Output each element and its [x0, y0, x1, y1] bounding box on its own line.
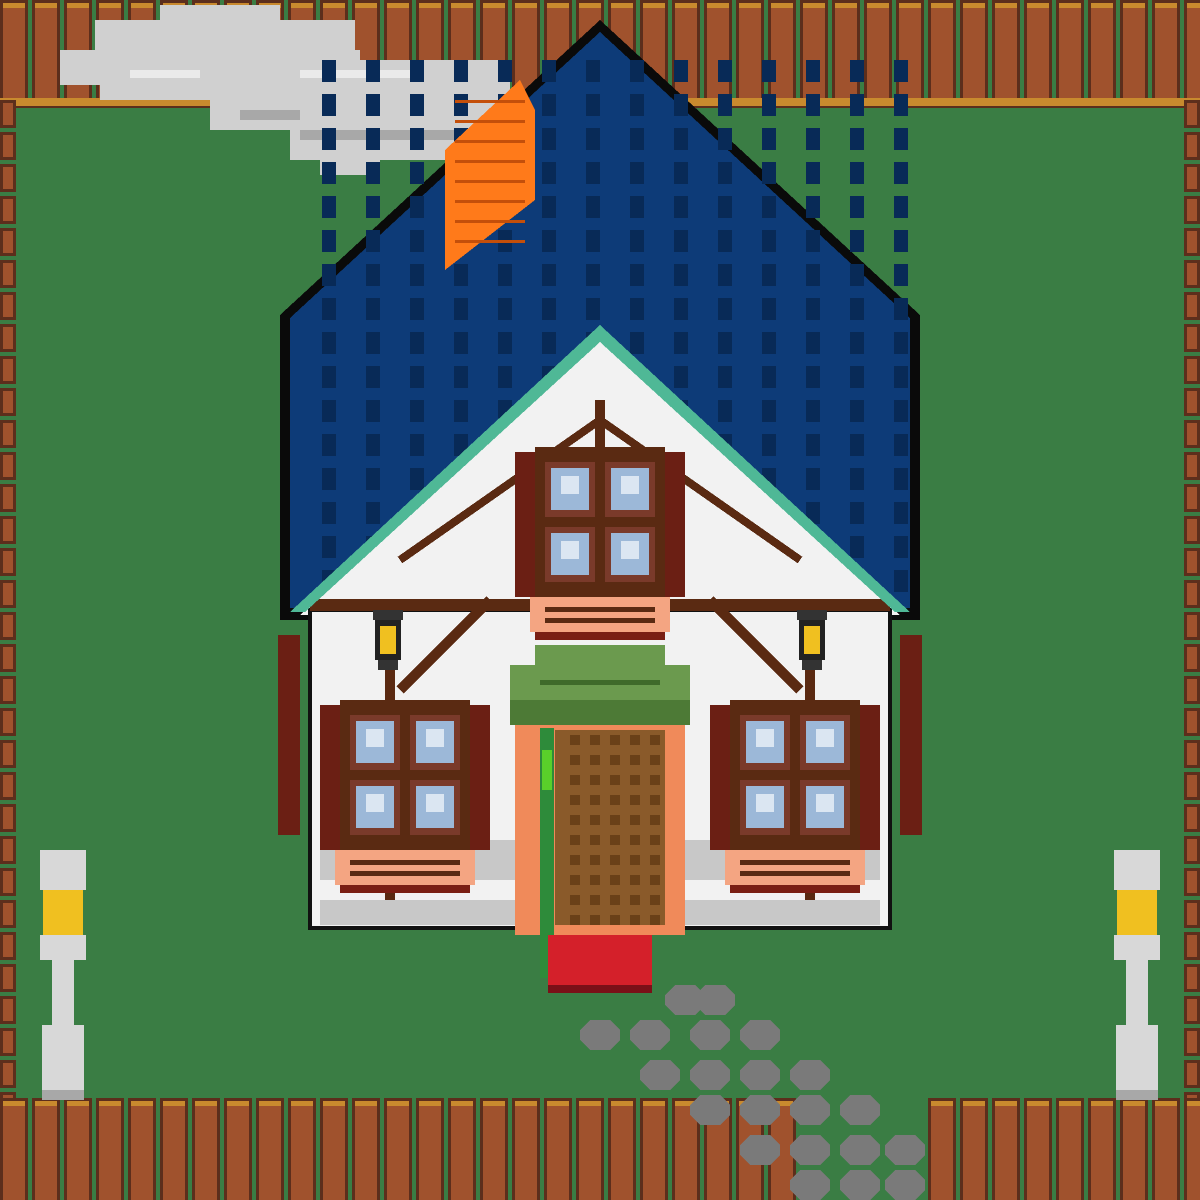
- stepping-stone-icon: [790, 1060, 830, 1090]
- stepping-stone-icon: [690, 1060, 730, 1090]
- door-awning: [510, 645, 690, 725]
- stepping-stone-icon: [790, 1135, 830, 1165]
- stepping-stone-icon: [740, 1135, 780, 1165]
- stepping-stone-icon: [740, 1095, 780, 1125]
- window-icon: [320, 700, 490, 893]
- stepping-stone-icon: [690, 1095, 730, 1125]
- side-shutter-left: [278, 635, 300, 835]
- window-icon: [515, 447, 685, 640]
- stepping-stone-icon: [630, 1020, 670, 1050]
- game-scene: [0, 0, 1200, 1200]
- stepping-stone-icon: [885, 1135, 925, 1165]
- side-shutter-right: [900, 635, 922, 835]
- stepping-stone-icon: [790, 1095, 830, 1125]
- stepping-stone-icon: [840, 1135, 880, 1165]
- stepping-stone-icon: [840, 1170, 880, 1200]
- stepping-stone-icon: [580, 1020, 620, 1050]
- stepping-stone-icon: [790, 1170, 830, 1200]
- stepping-stone-icon: [690, 1020, 730, 1050]
- stepping-stone-icon: [740, 1060, 780, 1090]
- stepping-stone-icon: [885, 1170, 925, 1200]
- window-icon: [710, 700, 880, 893]
- pixel-art-canvas: [0, 0, 1200, 1200]
- stepping-stone-icon: [740, 1020, 780, 1050]
- stepping-stone-icon: [640, 1060, 680, 1090]
- stepping-stone-icon: [695, 985, 735, 1015]
- doormat-icon: [548, 935, 652, 993]
- stepping-stone-icon: [840, 1095, 880, 1125]
